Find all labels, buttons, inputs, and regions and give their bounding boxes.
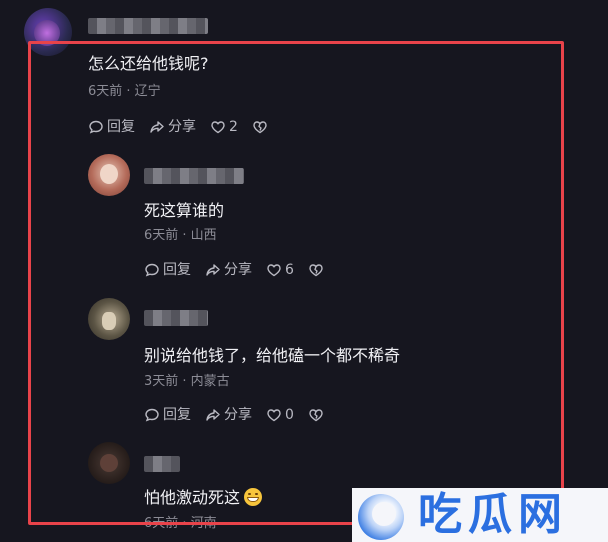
heart-icon (267, 409, 281, 422)
broken-heart-icon (309, 264, 323, 277)
broken-heart-icon (253, 121, 267, 134)
comment-actions: 回复 分享 6 (144, 260, 341, 280)
reply-icon (145, 408, 159, 422)
watermark-text: 吃瓜网 (418, 489, 568, 540)
comment-meta: 3天前 · 内蒙古 (144, 374, 230, 389)
avatar[interactable] (88, 298, 130, 340)
comment-actions: 回复 分享 0 (144, 405, 341, 425)
username-blurred[interactable] (88, 18, 208, 34)
like-button[interactable]: 0 (266, 405, 294, 425)
comment-text-content: 怕他激动死这 (144, 488, 241, 507)
reply-button[interactable]: 回复 (144, 260, 191, 280)
username-blurred[interactable] (144, 168, 244, 184)
reply-label: 回复 (163, 407, 191, 423)
avatar[interactable] (88, 442, 130, 484)
avatar[interactable] (24, 8, 72, 56)
dislike-button[interactable] (308, 262, 327, 278)
username-blurred[interactable] (144, 310, 208, 326)
like-button[interactable]: 2 (210, 117, 238, 137)
share-icon (206, 409, 220, 421)
share-label: 分享 (168, 119, 196, 135)
share-icon (150, 121, 164, 133)
avatar-image (100, 454, 118, 472)
reply-button[interactable]: 回复 (144, 405, 191, 425)
comment-text: 别说给他钱了，给他磕一个都不稀奇 (144, 346, 401, 365)
reply-label: 回复 (107, 119, 135, 135)
like-count: 2 (229, 119, 238, 135)
share-icon (206, 264, 220, 276)
reply-label: 回复 (163, 262, 191, 278)
share-button[interactable]: 分享 (149, 117, 196, 137)
reply-icon (145, 263, 159, 277)
username-blurred[interactable] (144, 456, 180, 472)
comment-meta: 6天前 · 辽宁 (88, 84, 161, 99)
avatar-image (100, 164, 118, 184)
comment-meta: 6天前 · 河南 (144, 516, 217, 531)
share-label: 分享 (224, 262, 252, 278)
heart-icon (267, 264, 281, 277)
share-button[interactable]: 分享 (205, 405, 252, 425)
share-button[interactable]: 分享 (205, 260, 252, 280)
avatar[interactable] (88, 154, 130, 196)
reply-button[interactable]: 回复 (88, 117, 135, 137)
like-count: 0 (285, 407, 294, 423)
like-button[interactable]: 6 (266, 260, 294, 280)
like-count: 6 (285, 262, 294, 278)
comment-text: 死这算谁的 (144, 201, 225, 220)
comment-meta: 6天前 · 山西 (144, 228, 217, 243)
dislike-button[interactable] (308, 407, 327, 423)
share-label: 分享 (224, 407, 252, 423)
watermark: 吃瓜网 (352, 488, 608, 542)
broken-heart-icon (309, 409, 323, 422)
heart-icon (211, 121, 225, 134)
avatar-image (102, 312, 116, 330)
grin-emoji-icon (244, 488, 263, 506)
comment-text: 怕他激动死这 (144, 484, 263, 508)
avatar-image (34, 20, 60, 46)
comment-actions: 回复 分享 2 (88, 117, 285, 137)
comment-text: 怎么还给他钱呢? (88, 54, 209, 73)
watermark-logo-icon (352, 488, 404, 542)
reply-icon (89, 120, 103, 134)
dislike-button[interactable] (252, 119, 271, 135)
